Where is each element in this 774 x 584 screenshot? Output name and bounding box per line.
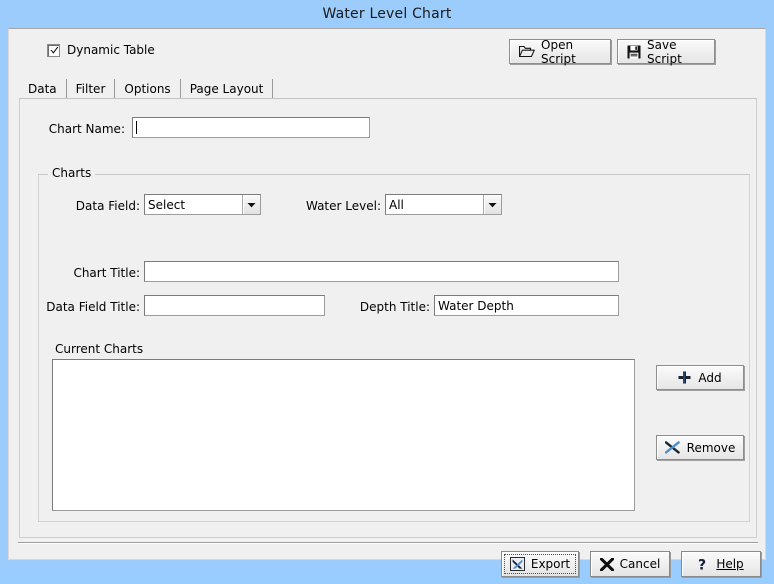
cancel-button[interactable]: Cancel [590, 551, 670, 577]
plus-icon [678, 371, 691, 384]
data-field-value: Select [148, 197, 186, 212]
remove-label: Remove [686, 440, 736, 455]
chart-title-input[interactable] [144, 261, 619, 282]
add-label: Add [698, 370, 722, 385]
tab-page-layout-label: Page Layout [189, 82, 264, 96]
window-title: Water Level Chart [322, 6, 452, 22]
export-label: Export [530, 557, 571, 571]
current-charts-listbox[interactable] [52, 359, 635, 511]
excel-x-icon [509, 557, 525, 571]
help-mnemonic: Help [716, 557, 744, 571]
text-caret [136, 121, 137, 134]
save-script-button[interactable]: Save Script [617, 37, 715, 66]
data-field-title-input[interactable] [144, 295, 325, 316]
depth-title-value: Water Depth [438, 298, 514, 313]
x-cross-icon [664, 441, 680, 454]
chart-name-input[interactable] [132, 117, 370, 138]
depth-title-label: Depth Title: [359, 300, 430, 314]
dynamic-table-label: Dynamic Table [67, 43, 155, 57]
help-label: Help [716, 557, 743, 571]
x-icon [599, 557, 614, 571]
water-level-label: Water Level: [305, 199, 381, 213]
floppy-disk-icon [627, 45, 641, 59]
checkbox-box[interactable] [47, 43, 60, 57]
dynamic-table-checkbox[interactable]: Dynamic Table [47, 43, 155, 57]
tab-page-layout[interactable]: Page Layout [181, 79, 274, 99]
add-button[interactable]: Add [656, 365, 744, 390]
tab-filter[interactable]: Filter [67, 79, 116, 99]
tab-options-label: Options [124, 82, 171, 96]
dialog-client-area: Dynamic Table Open Script Save Script Da… [8, 28, 766, 577]
help-button[interactable]: ? Help [681, 551, 761, 577]
water-level-select[interactable]: All [385, 194, 502, 215]
save-script-label: Save Script [647, 37, 682, 66]
dialog-window: Water Level Chart Dynamic Table Open Scr… [0, 0, 774, 577]
check-mark-icon [49, 45, 60, 56]
question-mark-icon: ? [698, 557, 710, 572]
water-level-value: All [389, 197, 404, 212]
tab-data-label: Data [28, 82, 57, 96]
tab-panel-data: Chart Name: Charts Data Field: Select Wa… [19, 98, 757, 538]
tab-data[interactable]: Data [19, 79, 67, 100]
chart-title-label: Chart Title: [73, 266, 140, 280]
chevron-down-icon[interactable] [242, 195, 260, 214]
dialog-footer: Export Cancel ? Help [18, 542, 761, 584]
depth-title-input[interactable]: Water Depth [434, 295, 619, 316]
open-script-button[interactable]: Open Script [509, 37, 611, 66]
top-toolbar: Dynamic Table Open Script Save Script [9, 29, 765, 77]
data-field-title-label: Data Field Title: [46, 300, 140, 314]
current-charts-label: Current Charts [55, 342, 144, 356]
open-folder-icon [519, 45, 535, 58]
tab-filter-label: Filter [75, 82, 106, 96]
open-script-label: Open Script [541, 37, 576, 66]
title-bar: Water Level Chart [0, 0, 774, 28]
data-field-label: Data Field: [75, 199, 140, 213]
chart-name-label: Chart Name: [48, 122, 125, 136]
remove-button[interactable]: Remove [656, 435, 744, 460]
export-button[interactable]: Export [501, 551, 579, 577]
data-field-select[interactable]: Select [144, 194, 261, 215]
charts-group-legend: Charts [48, 166, 96, 180]
chevron-down-icon[interactable] [483, 195, 501, 214]
tab-options[interactable]: Options [115, 79, 181, 99]
tab-strip: Data Filter Options Page Layout [19, 79, 757, 100]
cancel-label: Cancel [619, 557, 661, 571]
svg-text:?: ? [698, 557, 706, 572]
